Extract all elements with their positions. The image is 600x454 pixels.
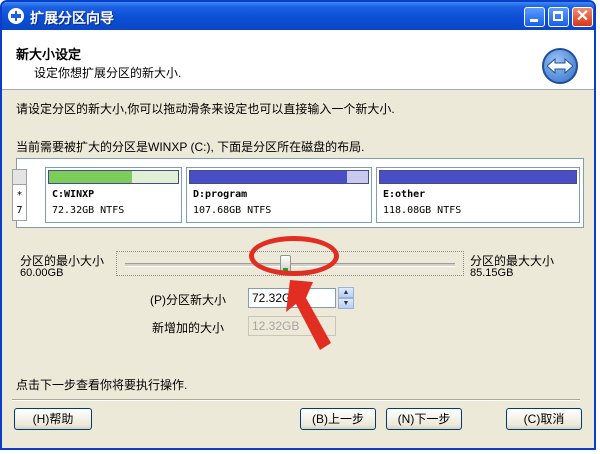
- help-button[interactable]: (H)帮助: [14, 408, 92, 430]
- partition-d[interactable]: D:program 107.68GB NTFS: [186, 167, 372, 223]
- instruction-text-2: 当前需要被扩大的分区是WINXP (C:), 下面是分区所在磁盘的布局.: [16, 140, 365, 154]
- app-icon: [8, 8, 24, 24]
- title-bar[interactable]: 扩展分区向导 ✕: [2, 2, 594, 30]
- wizard-header: 新大小设定 设定你想扩展分区的新大小.: [2, 30, 594, 90]
- partition-info: 72.32GB NTFS: [52, 205, 125, 216]
- page-title: 新大小设定: [16, 47, 82, 62]
- partition-usage-fill: [49, 171, 132, 183]
- partition-usage-bar: [189, 170, 369, 184]
- page-subtitle: 设定你想扩展分区的新大小.: [34, 66, 182, 80]
- max-size-value: 85.15GB: [470, 267, 514, 279]
- partition-name: E:other: [383, 189, 426, 200]
- added-size-field: 12.32GB: [248, 316, 336, 336]
- maximize-button[interactable]: [548, 7, 569, 27]
- partition-name: D:program: [193, 189, 248, 200]
- next-button[interactable]: (N)下一步: [386, 408, 462, 430]
- new-size-input[interactable]: [248, 288, 336, 308]
- window-title: 扩展分区向导: [30, 10, 114, 26]
- footer-hint: 点击下一步查看你将要执行操作.: [16, 378, 188, 392]
- stepper-down-icon[interactable]: ▼: [338, 298, 354, 309]
- instruction-text-1: 请设定分区的新大小,你可以拖动滑条来设定也可以直接输入一个新大小.: [16, 102, 395, 116]
- cancel-button[interactable]: (C)取消: [506, 408, 582, 430]
- partition-usage-fill: [190, 171, 347, 183]
- close-button[interactable]: ✕: [572, 7, 593, 27]
- wizard-window: 扩展分区向导 ✕ 新大小设定 设定你想扩展分区的新大小. 请设定分区的新大小,你…: [0, 0, 596, 450]
- disk-legend: * 7: [12, 169, 27, 221]
- annotation-ring: [249, 236, 339, 276]
- partition-usage-bar: [48, 170, 179, 184]
- new-size-label: (P)分区新大小: [150, 293, 226, 307]
- partition-usage-fill: [380, 171, 576, 183]
- partition-e[interactable]: E:other 118.08GB NTFS: [376, 167, 580, 223]
- partition-c[interactable]: C:WINXP 72.32GB NTFS: [45, 167, 182, 223]
- unallocated-marker: [13, 170, 26, 185]
- min-size-value: 60.00GB: [20, 267, 64, 279]
- partition-info: 118.08GB NTFS: [383, 205, 462, 216]
- maximize-icon: [553, 11, 563, 21]
- resize-partition-icon: [542, 48, 578, 84]
- back-button[interactable]: (B)上一步: [300, 408, 376, 430]
- disk-legend-number: 7: [16, 205, 23, 216]
- close-icon: ✕: [575, 8, 590, 25]
- minimize-button[interactable]: [524, 7, 545, 27]
- minimize-icon: [530, 19, 538, 22]
- partition-name: C:WINXP: [52, 189, 95, 200]
- added-size-label: 新增加的大小: [152, 321, 225, 335]
- disk-legend-symbol: *: [16, 190, 23, 201]
- new-size-stepper[interactable]: ▲ ▼: [338, 287, 354, 309]
- button-separator: [12, 399, 580, 401]
- partition-usage-bar: [379, 170, 577, 184]
- partition-info: 107.68GB NTFS: [193, 205, 272, 216]
- stepper-up-icon[interactable]: ▲: [338, 287, 354, 298]
